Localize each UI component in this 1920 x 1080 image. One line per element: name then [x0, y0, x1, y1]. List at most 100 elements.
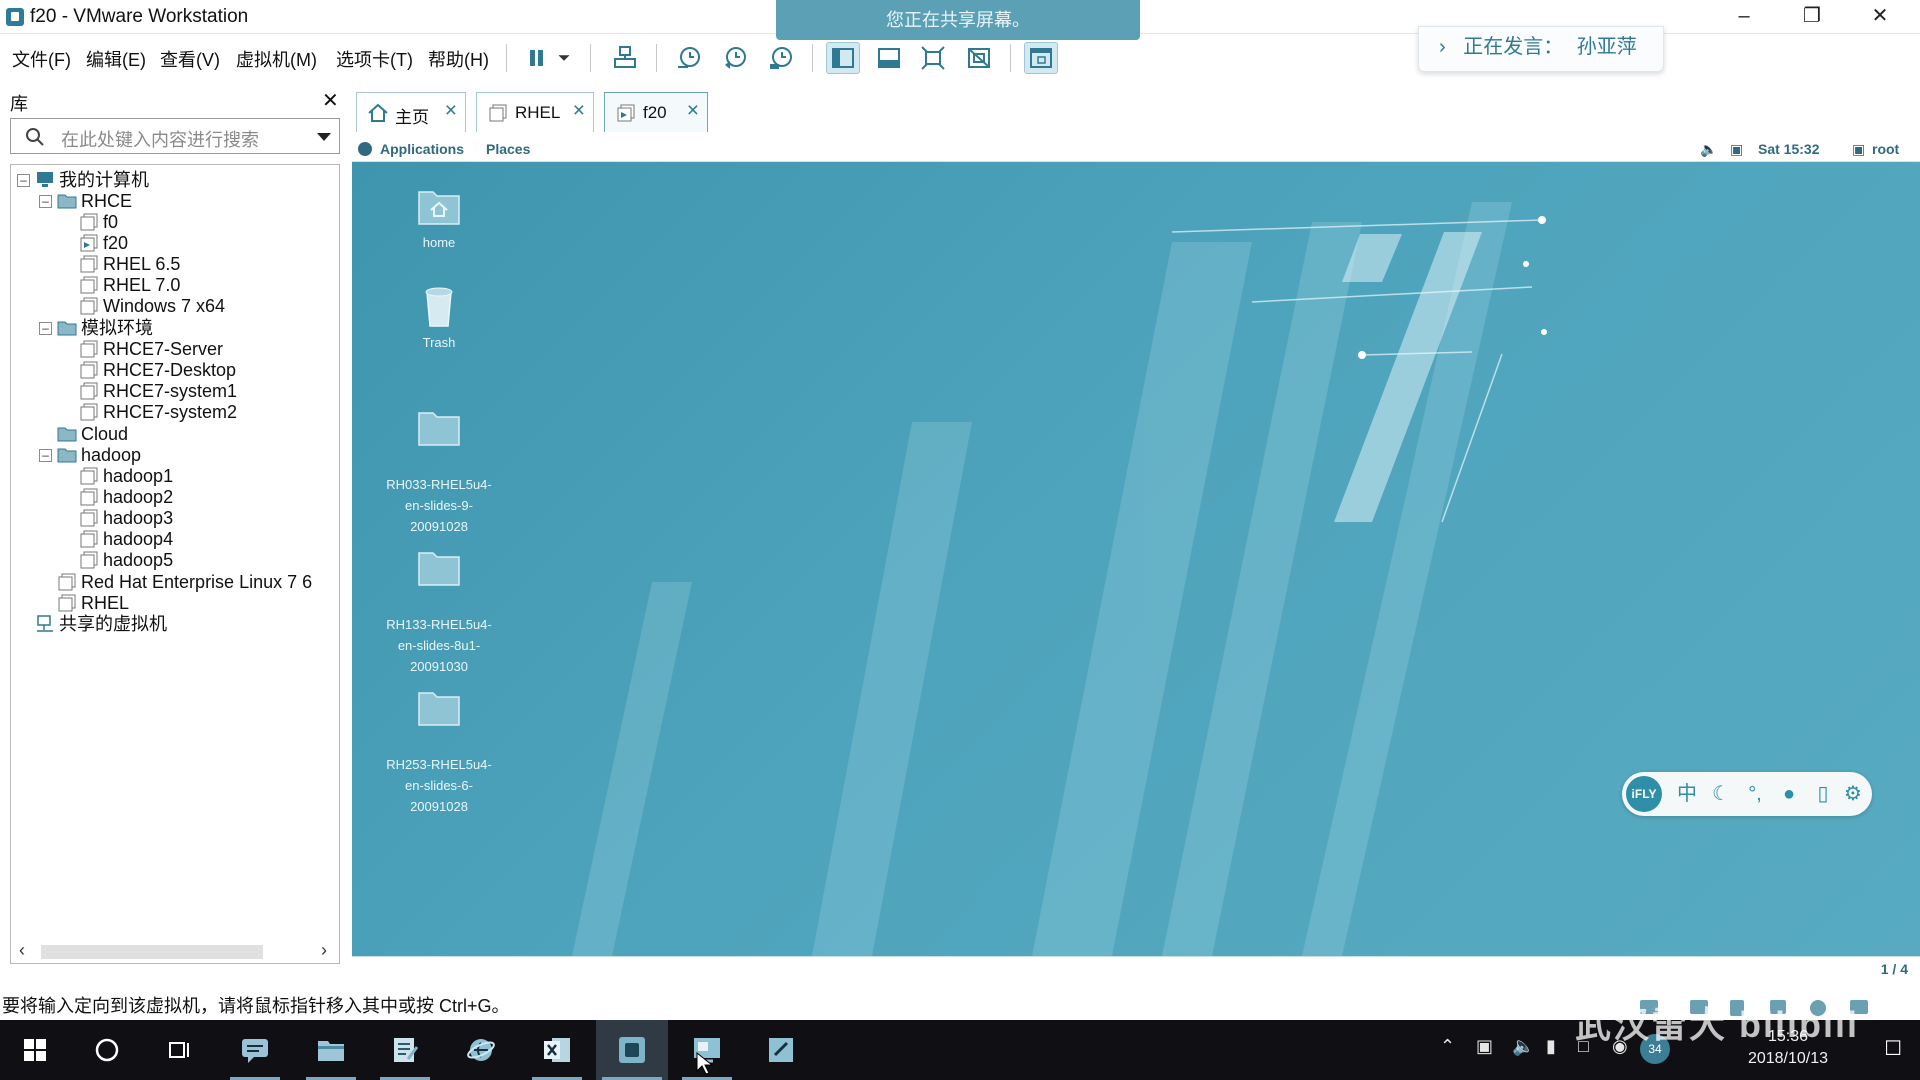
- vmware-taskbar-icon[interactable]: [596, 1020, 668, 1080]
- vm-icon: [80, 382, 98, 400]
- menu-help[interactable]: 帮助(H): [428, 46, 489, 72]
- guest-user[interactable]: root: [1872, 141, 1899, 157]
- vm-icon: [80, 551, 98, 569]
- chat-app-icon[interactable]: [224, 1020, 286, 1080]
- power-dropdown-icon[interactable]: [552, 42, 576, 74]
- notepad-app-icon[interactable]: [374, 1020, 436, 1080]
- menu-file[interactable]: 文件(F): [12, 46, 71, 72]
- running-vm-icon: [617, 104, 635, 122]
- minimize-button[interactable]: –: [1716, 0, 1772, 34]
- home-icon: [368, 103, 388, 122]
- network-icon[interactable]: ▣: [1730, 141, 1743, 158]
- excel-app-icon[interactable]: [526, 1020, 588, 1080]
- restore-button[interactable]: ❐: [1784, 0, 1840, 34]
- search-dropdown-icon[interactable]: [317, 133, 331, 141]
- settings-gear-icon[interactable]: ⚙: [1840, 780, 1866, 808]
- full-screen-icon[interactable]: [916, 42, 950, 74]
- collapse-toggle-icon[interactable]: –: [17, 174, 30, 187]
- scroll-right-icon[interactable]: ›: [321, 940, 327, 961]
- video-watermark: 武汉雷大 bilibili: [1575, 1004, 1859, 1045]
- sticky-notes-icon[interactable]: [750, 1020, 812, 1080]
- vmware-tray-icon[interactable]: ▣: [1476, 1036, 1493, 1057]
- guest-top-panel: Applications Places 🔈 ▣ Sat 15:32 ▣ root: [352, 136, 1920, 162]
- action-center-icon[interactable]: ☐: [1884, 1036, 1902, 1061]
- task-view-icon[interactable]: [148, 1020, 210, 1080]
- desktop-icon-rh033[interactable]: RH033-RHEL5u4- en-slides-9- 20091028: [374, 384, 504, 537]
- cortana-search-icon[interactable]: [76, 1020, 138, 1080]
- vmware-app-icon: [6, 8, 24, 26]
- show-library-icon[interactable]: [826, 42, 860, 74]
- snapshot-manager-icon[interactable]: [764, 42, 798, 74]
- menu-vm[interactable]: 虚拟机(M): [236, 46, 317, 72]
- menu-edit[interactable]: 编辑(E): [86, 46, 146, 72]
- places-menu[interactable]: Places: [486, 141, 530, 157]
- screen-share-banner: 您正在共享屏幕。: [776, 0, 1140, 40]
- close-tab-icon[interactable]: ×: [573, 99, 585, 123]
- snapshot-icon[interactable]: [672, 42, 706, 74]
- vm-tree: – 我的计算机 – RHCE f0 f20 RHEL 6.5 RHEL 7.0 …: [10, 164, 340, 964]
- desktop-icon-home[interactable]: home: [374, 184, 504, 253]
- tree-horizontal-scrollbar[interactable]: ‹ ›: [11, 939, 339, 963]
- applications-menu[interactable]: Applications: [380, 141, 464, 157]
- folder-icon: [57, 448, 77, 463]
- collapse-toggle-icon[interactable]: –: [39, 449, 52, 462]
- soft-keyboard-icon[interactable]: ▯: [1810, 780, 1836, 808]
- ie-browser-icon[interactable]: [450, 1020, 512, 1080]
- library-search-input[interactable]: 在此处键入内容进行搜索: [10, 118, 340, 154]
- console-view-icon[interactable]: [1024, 42, 1058, 74]
- scrollbar-thumb[interactable]: [41, 945, 263, 959]
- punctuation-icon[interactable]: °,: [1742, 780, 1768, 808]
- close-window-button[interactable]: ✕: [1852, 0, 1908, 34]
- collapse-toggle-icon[interactable]: –: [39, 195, 52, 208]
- ime-lang-toggle[interactable]: 中: [1674, 780, 1700, 808]
- close-tab-icon[interactable]: ×: [687, 99, 699, 123]
- menu-view[interactable]: 查看(V): [160, 46, 220, 72]
- scroll-left-icon[interactable]: ‹: [19, 940, 25, 961]
- expand-chevron-icon[interactable]: ›: [1439, 36, 1446, 58]
- vm-icon: [80, 403, 98, 421]
- desktop-icon-rh253[interactable]: RH253-RHEL5u4- en-slides-6- 20091028: [374, 664, 504, 817]
- send-ctrl-alt-del-icon[interactable]: [608, 42, 642, 74]
- shared-vms-icon: [37, 615, 53, 632]
- unity-mode-icon[interactable]: [962, 42, 996, 74]
- desktop-icon-trash[interactable]: Trash: [374, 284, 504, 353]
- file-explorer-icon[interactable]: [300, 1020, 362, 1080]
- toolbar-separator: [1010, 44, 1011, 72]
- desktop-icon-rh133[interactable]: RH133-RHEL5u4- en-slides-8u1- 20091030: [374, 524, 504, 677]
- windows-start-icon[interactable]: [4, 1020, 66, 1080]
- close-tab-icon[interactable]: ×: [445, 99, 457, 123]
- tab-f20[interactable]: f20 ×: [604, 92, 708, 132]
- speaker-volume-icon[interactable]: 🔈: [1512, 1036, 1534, 1057]
- toolbar-separator: [812, 44, 813, 72]
- ifly-logo[interactable]: iFLY: [1626, 776, 1662, 812]
- toolbar-separator: [590, 44, 591, 72]
- tab-home[interactable]: 主页 ×: [356, 92, 466, 132]
- vmware-workstation-window: f20 - VMware Workstation – ❐ ✕ 您正在共享屏幕。 …: [0, 0, 1920, 1080]
- close-library-icon[interactable]: ✕: [322, 88, 339, 113]
- guest-clock[interactable]: Sat 15:32: [1758, 141, 1819, 157]
- folder-icon: [57, 321, 77, 336]
- show-hidden-icons-icon[interactable]: ⌃: [1440, 1036, 1455, 1057]
- clock-date: 2018/10/13: [1747, 1050, 1829, 1067]
- guest-desktop[interactable]: home Trash RH033-RHEL5u4- en-slides-9- 2…: [352, 162, 1920, 956]
- library-title: 库: [10, 94, 28, 114]
- collapse-toggle-icon[interactable]: –: [39, 322, 52, 335]
- battery-icon[interactable]: ▮: [1546, 1036, 1556, 1057]
- search-placeholder: 在此处键入内容进行搜索: [61, 130, 259, 150]
- menu-tabs[interactable]: 选项卡(T): [336, 46, 413, 72]
- workspace-pager[interactable]: 1 / 4: [1881, 961, 1908, 977]
- toolbar-separator: [506, 44, 507, 72]
- show-thumbnail-bar-icon[interactable]: [872, 42, 906, 74]
- pause-icon[interactable]: [520, 42, 554, 74]
- volume-icon[interactable]: 🔈: [1700, 141, 1717, 158]
- toolbar-separator: [656, 44, 657, 72]
- search-icon: [26, 128, 44, 146]
- trash-icon: [425, 287, 453, 327]
- folder-icon: [418, 692, 460, 726]
- revert-snapshot-icon[interactable]: [718, 42, 752, 74]
- status-hint: 要将输入定向到该虚拟机，请将鼠标指针移入其中或按 Ctrl+G。: [2, 996, 510, 1016]
- vm-icon: [80, 276, 98, 294]
- tab-rhel[interactable]: RHEL ×: [476, 92, 594, 132]
- half-width-moon-icon[interactable]: ☾: [1708, 780, 1734, 808]
- microphone-icon[interactable]: ●: [1776, 780, 1802, 808]
